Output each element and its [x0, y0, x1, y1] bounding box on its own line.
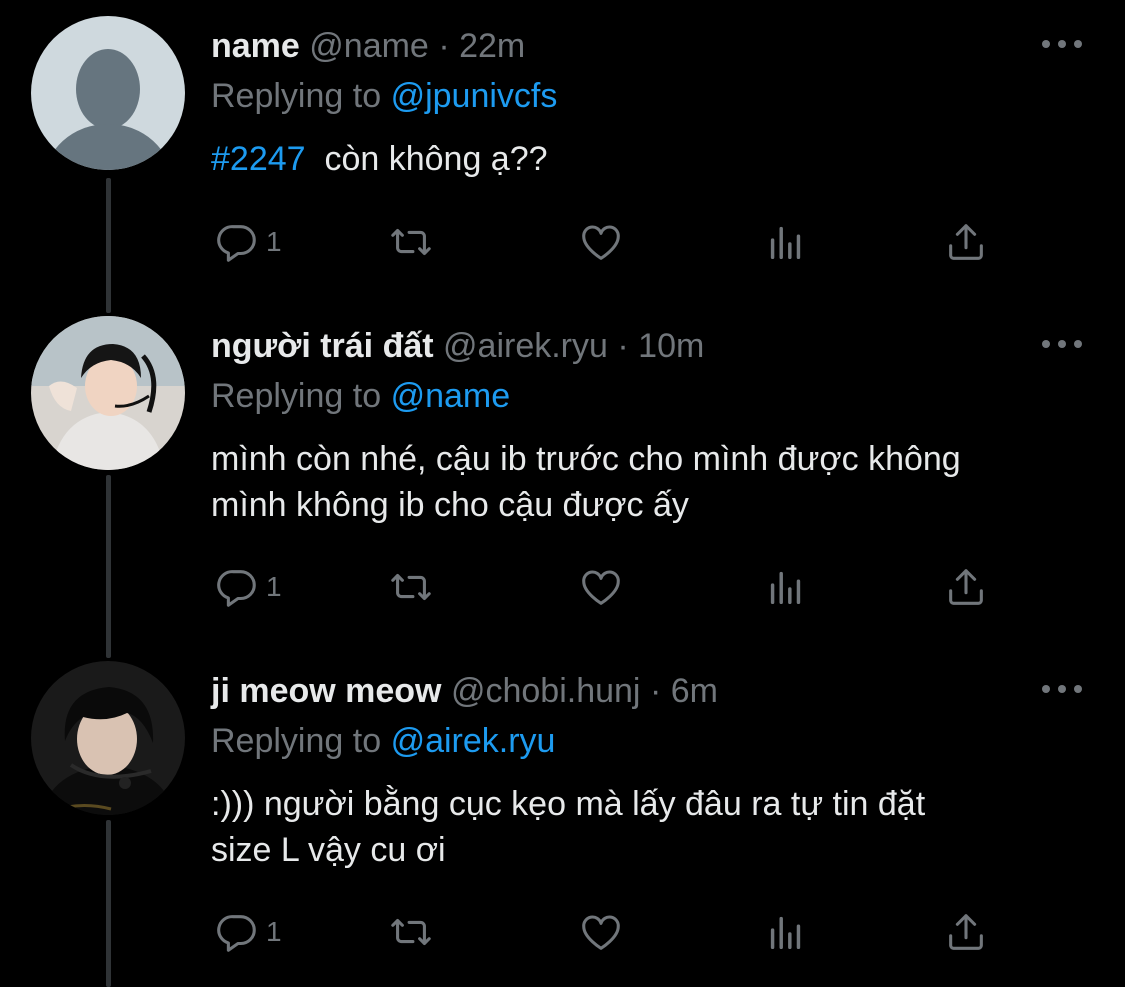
reply-icon	[217, 915, 256, 952]
views-icon	[770, 916, 801, 950]
tweet-text-line: size L vậy cu ơi	[211, 831, 446, 869]
timestamp[interactable]: 22m	[459, 27, 525, 65]
display-name[interactable]: người trái đất	[211, 327, 434, 365]
views-icon	[770, 571, 801, 605]
reply-button[interactable]: 1	[214, 562, 282, 612]
reply-count: 1	[266, 916, 282, 947]
timestamp[interactable]: 6m	[671, 672, 718, 710]
timestamp[interactable]: 10m	[638, 327, 704, 365]
display-name[interactable]: ji meow meow	[211, 672, 442, 710]
avatar-photo[interactable]	[31, 661, 185, 815]
avatar-default[interactable]	[31, 16, 185, 170]
like-button[interactable]	[578, 562, 624, 612]
reply-button[interactable]: 1	[214, 217, 282, 267]
mention-link[interactable]: @name	[391, 377, 511, 415]
user-handle[interactable]: @chobi.hunj	[451, 672, 641, 710]
tweet-text-line: mình không ib cho cậu được ấy	[211, 486, 689, 524]
like-icon	[582, 915, 620, 950]
views-button[interactable]	[763, 907, 809, 957]
reply-icon	[217, 225, 256, 262]
share-icon	[949, 224, 983, 260]
avatar-photo[interactable]	[31, 316, 185, 470]
mention-link[interactable]: @airek.ryu	[391, 722, 556, 760]
tweet-text: #2247 còn không ạ??	[211, 136, 1091, 182]
separator-dot: ·	[438, 27, 450, 65]
separator-dot: ·	[649, 672, 662, 710]
reply-icon	[217, 570, 256, 607]
share-button[interactable]	[943, 562, 989, 612]
hashtag-link[interactable]: #2247	[211, 140, 306, 178]
replying-prefix: Replying to	[211, 77, 382, 115]
display-name[interactable]: name	[211, 27, 300, 65]
share-icon	[949, 569, 983, 605]
share-button[interactable]	[943, 217, 989, 267]
tweet-header: name @name · 22m	[211, 26, 525, 66]
replying-prefix: Replying to	[211, 377, 382, 415]
reply-count: 1	[266, 226, 282, 257]
user-handle[interactable]: @airek.ryu	[443, 327, 608, 365]
views-button[interactable]	[763, 217, 809, 267]
more-icon[interactable]	[1040, 679, 1084, 699]
share-button[interactable]	[943, 907, 989, 957]
tweet-3[interactable]: ji meow meow @chobi.hunj · 6m Replying t…	[0, 645, 1125, 987]
tweet-text: :))) người bằng cục kẹo mà lấy đâu ra tự…	[211, 781, 1091, 873]
user-handle[interactable]: @name	[309, 27, 429, 65]
action-bar: 1	[214, 562, 1014, 612]
views-button[interactable]	[763, 562, 809, 612]
tweet-2[interactable]: người trái đất @airek.ryu · 10m Replying…	[0, 300, 1125, 645]
more-icon[interactable]	[1040, 334, 1084, 354]
retweet-icon	[391, 573, 431, 601]
tweet-text: mình còn nhé, cậu ib trước cho mình được…	[211, 436, 1091, 528]
like-button[interactable]	[578, 217, 624, 267]
action-bar: 1	[214, 217, 1014, 267]
more-icon[interactable]	[1040, 34, 1084, 54]
like-icon	[582, 570, 620, 605]
retweet-icon	[391, 228, 431, 256]
share-icon	[949, 914, 983, 950]
reply-count: 1	[266, 571, 282, 602]
views-icon	[770, 226, 801, 260]
retweet-icon	[391, 918, 431, 946]
tweet-1[interactable]: name @name · 22m Replying to @jpunivcfs …	[0, 0, 1125, 300]
retweet-button[interactable]	[388, 907, 434, 957]
tweet-header: ji meow meow @chobi.hunj · 6m	[211, 671, 718, 711]
tweet-text-line: mình còn nhé, cậu ib trước cho mình được…	[211, 440, 961, 478]
replying-to: Replying to @airek.ryu	[211, 721, 555, 761]
separator-dot: ·	[617, 327, 629, 365]
retweet-button[interactable]	[388, 562, 434, 612]
action-bar: 1	[214, 907, 1014, 957]
tweet-text-content: còn không ạ??	[324, 140, 548, 178]
tweet-text-line: :))) người bằng cục kẹo mà lấy đâu ra tự…	[211, 785, 926, 823]
retweet-button[interactable]	[388, 217, 434, 267]
reply-button[interactable]: 1	[214, 907, 282, 957]
replying-to: Replying to @name	[211, 376, 510, 416]
replying-to: Replying to @jpunivcfs	[211, 76, 557, 116]
like-button[interactable]	[578, 907, 624, 957]
replying-prefix: Replying to	[211, 722, 382, 760]
like-icon	[582, 225, 620, 260]
tweet-header: người trái đất @airek.ryu · 10m	[211, 326, 704, 366]
mention-link[interactable]: @jpunivcfs	[391, 77, 558, 115]
